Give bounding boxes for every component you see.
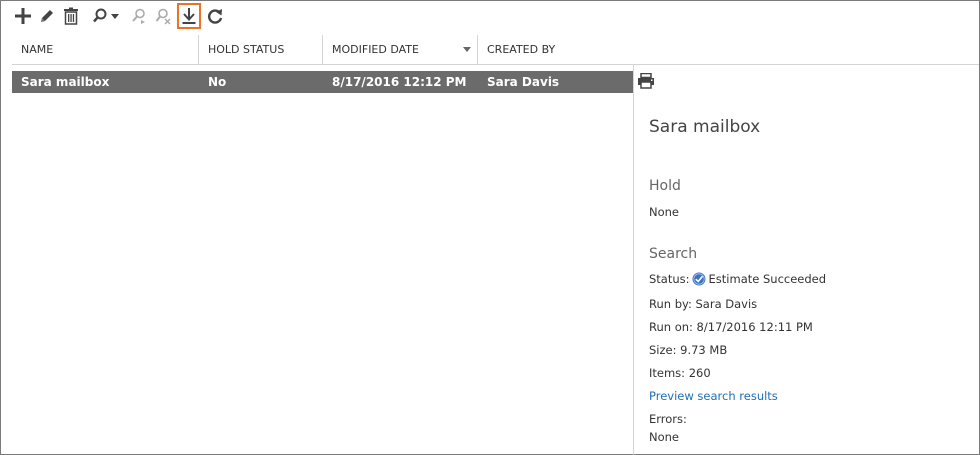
column-header-created-by[interactable]: CREATED BY [478,35,633,65]
pencil-icon [41,10,53,22]
plus-icon [15,8,31,24]
errors-label: Errors: [649,412,687,426]
stop-search-button[interactable] [151,4,175,28]
list-header: NAME HOLD STATUS MODIFIED DATE CREATED B… [12,35,633,65]
refresh-button[interactable] [203,4,227,28]
start-search-icon [132,8,145,24]
errors-value: None [649,430,680,444]
app-window: NAME HOLD STATUS MODIFIED DATE CREATED B… [0,0,980,455]
items-count: Items: 260 [649,366,711,380]
search-icon [93,8,107,23]
header-divider [633,35,979,65]
stop-search-icon [155,8,171,25]
delete-button[interactable] [59,4,83,28]
size: Size: 9.73 MB [649,343,728,357]
details-title: Sara mailbox [649,117,761,137]
cell-modified-date: 8/17/2016 12:12 PM [332,75,467,89]
sort-descending-icon [463,47,471,52]
cell-created-by: Sara Davis [487,75,560,89]
search-heading: Search [649,246,698,262]
download-icon [182,8,196,24]
cell-hold-status: No [208,75,227,89]
status-label: Status: [649,272,690,286]
details-pane: Sara mailbox Hold None Search Status: Est… [634,65,979,455]
cell-name: Sara mailbox [21,75,110,89]
hold-heading: Hold [649,178,681,194]
preview-search-results-link[interactable]: Preview search results [649,389,778,403]
chevron-down-icon [111,14,119,19]
run-on: Run on: 8/17/2016 12:11 PM [649,320,813,334]
start-search-button[interactable] [127,4,151,28]
column-header-hold-status[interactable]: HOLD STATUS [199,35,323,65]
column-header-modified-date[interactable]: MODIFIED DATE [323,35,478,65]
printer-icon [638,72,654,89]
edit-button[interactable] [35,4,59,28]
search-dropdown-button[interactable] [89,4,123,28]
column-header-modified-date-label: MODIFIED DATE [332,43,419,56]
toolbar [11,3,227,29]
column-header-name[interactable]: NAME [12,35,199,65]
export-button[interactable] [177,3,201,29]
run-by: Run by: Sara Davis [649,297,758,311]
status-value: Estimate Succeeded [708,272,827,286]
hold-value: None [649,205,680,219]
trash-icon [64,7,78,25]
check-circle-icon [692,272,706,286]
print-button[interactable] [637,72,655,89]
add-button[interactable] [11,4,35,28]
status-line: Status: Estimate Succeeded [649,272,826,286]
refresh-icon [208,9,223,24]
table-row[interactable]: Sara mailbox No 8/17/2016 12:12 PM Sara … [12,71,633,93]
